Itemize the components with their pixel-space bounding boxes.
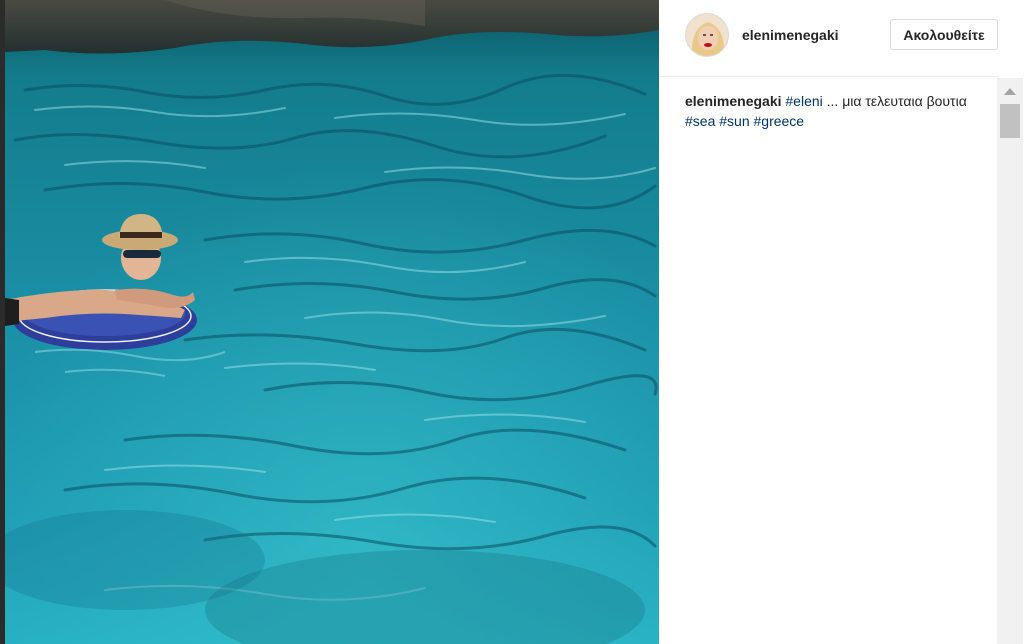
caption-username[interactable]: elenimenegaki <box>685 93 782 109</box>
post-photo[interactable] <box>5 0 659 644</box>
scrollbar-thumb[interactable] <box>1000 104 1020 138</box>
caption-text: ... μια τελευταια βουτια <box>826 93 967 109</box>
comments-scrollbar[interactable] <box>997 78 1023 644</box>
username-link[interactable]: elenimenegaki <box>742 27 839 43</box>
hashtag-sun[interactable]: #sun <box>719 113 749 129</box>
following-button[interactable]: Ακολουθείτε <box>890 19 998 50</box>
avatar[interactable] <box>685 13 729 57</box>
avatar-image <box>686 14 728 56</box>
hashtag-eleni[interactable]: #eleni <box>785 93 822 109</box>
scroll-up-arrow-icon[interactable] <box>1001 82 1019 100</box>
post-header: elenimenegaki Ακολουθείτε <box>659 0 999 77</box>
post-caption: elenimenegaki #eleni ... μια τελευταια β… <box>685 91 990 131</box>
hashtag-greece[interactable]: #greece <box>754 113 805 129</box>
sea-photo-illustration <box>5 0 659 644</box>
hashtag-sea[interactable]: #sea <box>685 113 715 129</box>
post-sidebar: elenimenegaki Ακολουθείτε elenimenegaki … <box>659 0 1024 644</box>
